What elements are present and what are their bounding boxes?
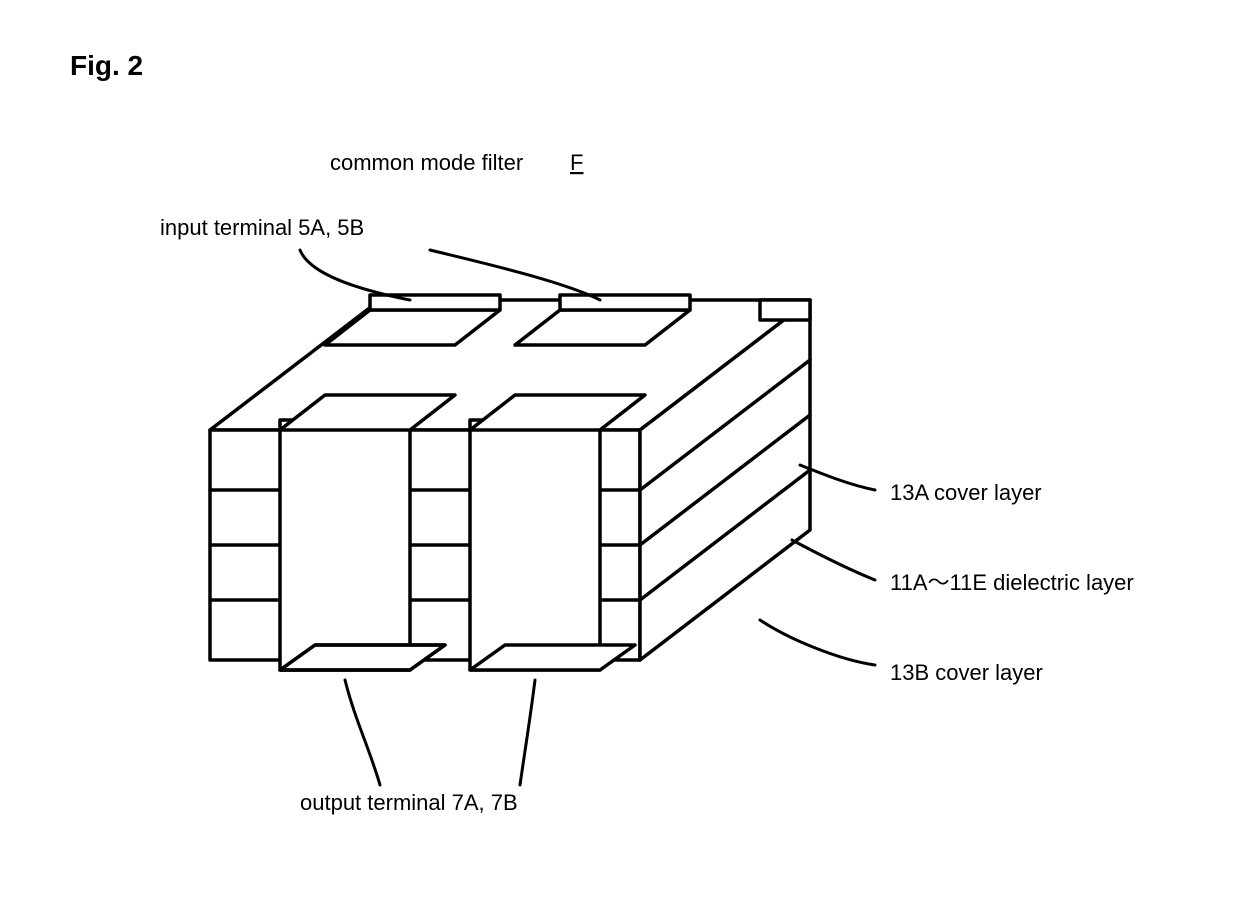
title-text: common mode filter — [330, 150, 523, 175]
figure-label: Fig. 2 — [70, 50, 143, 81]
label-cover-layer-top: 13A cover layer — [890, 480, 1042, 505]
label-dielectric-layer: 11A～11E dielectric layer — [890, 570, 1134, 595]
label-output-terminal: output terminal 7A, 7B — [300, 790, 518, 815]
label-input-terminal: input terminal 5A, 5B — [160, 215, 364, 240]
title-symbol: F — [570, 150, 583, 175]
diagram-svg: Fig. 2 common mode filter F input termin… — [0, 0, 1240, 902]
label-cover-layer-bottom: 13B cover layer — [890, 660, 1043, 685]
filter-body — [210, 295, 810, 670]
